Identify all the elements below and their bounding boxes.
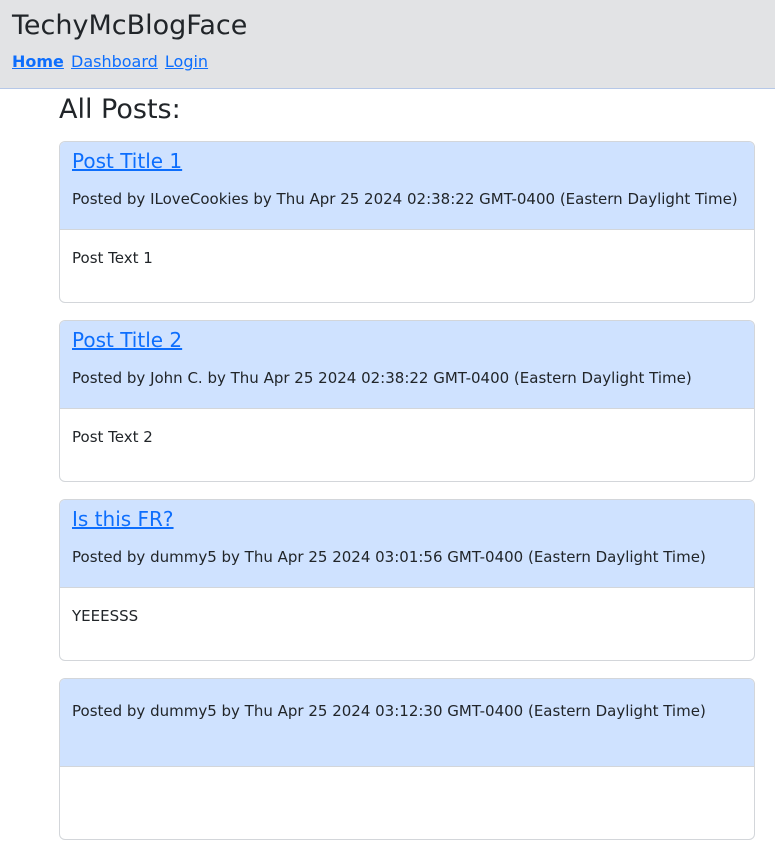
main-nav: Home Dashboard Login <box>12 52 210 72</box>
post-card: Posted by dummy5 by Thu Apr 25 2024 03:1… <box>59 678 755 840</box>
nav-link-home[interactable]: Home <box>12 52 64 71</box>
nav-link-dashboard[interactable]: Dashboard <box>71 52 158 71</box>
post-meta: Posted by John C. by Thu Apr 25 2024 02:… <box>72 369 692 387</box>
post-meta: Posted by ILoveCookies by Thu Apr 25 202… <box>72 190 738 208</box>
post-card-header: Is this FR? Posted by dummy5 by Thu Apr … <box>60 500 754 588</box>
site-header: TechyMcBlogFace Home Dashboard Login <box>0 0 775 89</box>
post-body: Post Text 1 <box>72 249 153 267</box>
nav-link-login[interactable]: Login <box>165 52 208 71</box>
post-title-link[interactable]: Post Title 2 <box>72 326 182 354</box>
post-card-header: Post Title 1 Posted by ILoveCookies by T… <box>60 142 754 230</box>
post-card-header: Posted by dummy5 by Thu Apr 25 2024 03:1… <box>60 679 754 767</box>
post-meta: Posted by dummy5 by Thu Apr 25 2024 03:1… <box>72 702 706 720</box>
post-body: YEEESSS <box>72 607 139 625</box>
post-card: Post Title 2 Posted by John C. by Thu Ap… <box>59 320 755 482</box>
site-title: TechyMcBlogFace <box>12 10 248 41</box>
page-heading: All Posts: <box>59 94 181 125</box>
post-body <box>60 767 754 839</box>
post-card-header: Post Title 2 Posted by John C. by Thu Ap… <box>60 321 754 409</box>
post-title-link[interactable]: Is this FR? <box>72 505 174 533</box>
post-list: Post Title 1 Posted by ILoveCookies by T… <box>59 141 755 857</box>
post-card: Post Title 1 Posted by ILoveCookies by T… <box>59 141 755 303</box>
post-title-link[interactable]: Post Title 1 <box>72 147 182 175</box>
post-body: Post Text 2 <box>72 428 153 446</box>
post-card: Is this FR? Posted by dummy5 by Thu Apr … <box>59 499 755 661</box>
post-meta: Posted by dummy5 by Thu Apr 25 2024 03:0… <box>72 548 706 566</box>
